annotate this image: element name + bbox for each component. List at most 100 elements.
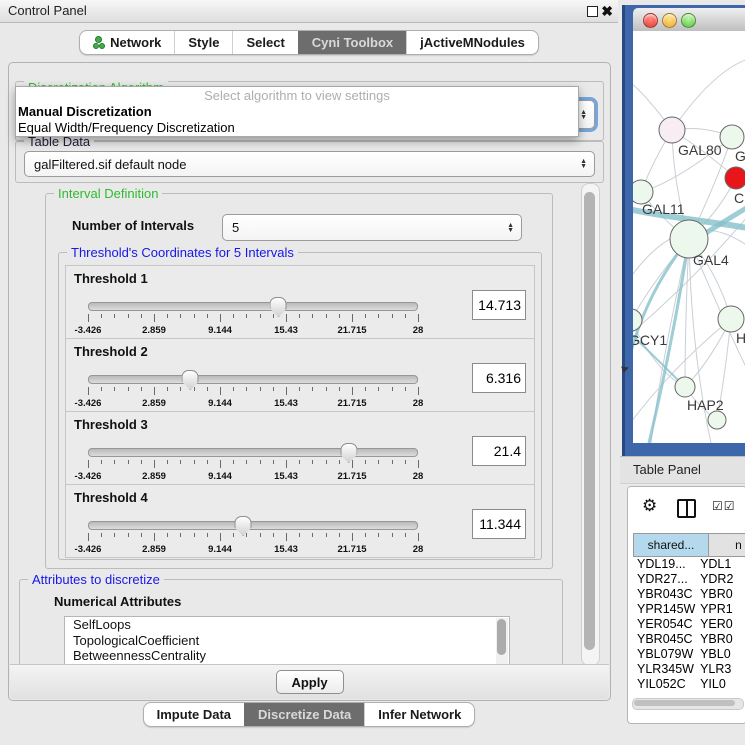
tab-discretize-data[interactable]: Discretize Data [244,703,364,726]
threshold-value-field[interactable]: 14.713 [472,290,526,320]
scrollbar-thumb[interactable] [497,619,506,655]
cell-name: YIL0 [696,677,745,692]
table-row[interactable]: YLR345WYLR3 [633,662,745,677]
scale-label: 9.144 [208,398,232,409]
network-window-titlebar[interactable] [633,8,745,32]
threshold-slider[interactable]: -3.4262.8599.14415.4321.71528 [88,517,418,555]
table-row[interactable]: YDR27...YDR2 [633,572,745,587]
algorithm-placeholder-option[interactable]: Select algorithm to view settings [16,87,578,104]
attributes-list-scrollbar[interactable] [496,618,508,665]
slider-track[interactable] [88,302,418,311]
network-node[interactable] [708,411,726,429]
table-data-combobox[interactable]: galFiltered.sif default node ▲▼ [24,151,595,177]
scale-label: 2.859 [142,325,166,336]
table-row[interactable]: YBR043CYBR0 [633,587,745,602]
network-node-hap2[interactable] [675,377,695,397]
tick-mark [207,314,208,318]
tick-mark [180,533,181,537]
column-header-name[interactable]: n [709,533,745,557]
tick-mark [233,387,234,391]
tick-mark [233,533,234,537]
network-node-gcy1[interactable] [633,309,642,331]
tick-mark [392,314,393,318]
tick-mark [180,460,181,464]
attribute-list-item[interactable]: TopologicalCoefficient [65,633,509,649]
gear-icon[interactable]: ⚙ [642,496,657,516]
network-graph: GAL80GCGAL11GAL4GCY1HHAP2 [633,31,745,443]
algorithm-option-equal-width[interactable]: Equal Width/Frequency Discretization [16,120,578,136]
threshold-value-field[interactable]: 21.4 [472,436,526,466]
tick-mark [299,533,300,537]
threshold-panel-2: Threshold 2-3.4262.8599.14415.4321.71528… [65,338,535,412]
number-of-intervals-combobox[interactable]: 5 ▲▼ [222,214,522,241]
cell-name: YBR0 [696,632,745,647]
tab-cyni-toolbox[interactable]: Cyni Toolbox [298,31,406,54]
tab-network[interactable]: Network [80,31,174,54]
settings-scrollbar[interactable] [581,183,600,666]
network-edge[interactable] [672,59,745,130]
table-row[interactable]: YIL052CYIL0 [633,677,745,692]
tick-mark [220,460,221,468]
scale-label: 9.144 [208,325,232,336]
network-node-gal80[interactable] [659,117,685,143]
numerical-attributes-list[interactable]: SelfLoopsTopologicalCoefficientBetweenne… [64,616,510,665]
threshold-slider[interactable]: -3.4262.8599.14415.4321.71528 [88,371,418,409]
attribute-list-item[interactable]: BetweennessCentrality [65,648,509,664]
algorithm-dropdown-popup: Select algorithm to view settings Manual… [15,86,579,137]
zoom-traffic-light-icon[interactable] [681,13,696,28]
thresholds-group: Threshold's Coordinates for 5 Intervals … [58,252,542,560]
minimize-traffic-light-icon[interactable] [662,13,677,28]
tick-mark [392,460,393,464]
table-horizontal-scrollbar[interactable] [632,698,744,710]
threshold-slider[interactable]: -3.4262.8599.14415.4321.71528 [88,298,418,336]
attribute-list-item[interactable]: SelfLoops [65,617,509,633]
algorithm-option-manual[interactable]: Manual Discretization [16,104,578,120]
tab-select[interactable]: Select [232,31,297,54]
network-node-h[interactable] [718,306,744,332]
apply-button[interactable]: Apply [276,670,344,694]
threshold-value-field[interactable]: 6.316 [472,363,526,393]
threshold-slider[interactable]: -3.4262.8599.14415.4321.71528 [88,444,418,482]
close-icon[interactable]: ✖ [601,1,613,21]
table-row[interactable]: YPR145WYPR1 [633,602,745,617]
slider-scale-labels: -3.4262.8599.14415.4321.71528 [88,325,418,335]
split-columns-icon[interactable] [677,499,696,518]
table-row[interactable]: YDL19...YDL1 [633,557,745,572]
table-row[interactable]: YBL079WYBL0 [633,647,745,662]
tick-mark [88,533,89,541]
network-canvas[interactable]: GAL80GCGAL11GAL4GCY1HHAP2 [633,31,745,443]
network-edge[interactable] [633,320,685,387]
table-row[interactable]: YER054CYER0 [633,617,745,632]
tick-mark [246,533,247,537]
network-node-c[interactable] [725,167,745,189]
float-window-icon[interactable] [587,6,598,17]
tick-mark [418,533,419,541]
slider-track[interactable] [88,521,418,530]
tick-mark [352,387,353,395]
cell-name: YBL0 [696,647,745,662]
scale-label: -3.426 [75,544,102,555]
tab-impute-data[interactable]: Impute Data [144,703,244,726]
tick-mark [180,314,181,318]
threshold-value-field[interactable]: 11.344 [472,509,526,539]
tab-jactivemnodules[interactable]: jActiveMNodules [406,31,538,54]
tab-infer-network[interactable]: Infer Network [364,703,474,726]
scrollbar-thumb[interactable] [634,700,735,706]
close-traffic-light-icon[interactable] [643,13,658,28]
select-columns-checkboxes-icon[interactable]: ☑☑ [712,499,736,513]
slider-track[interactable] [88,448,418,457]
scrollbar-thumb[interactable] [584,192,595,650]
tick-mark [286,460,287,468]
column-header-shared-name[interactable]: shared... [633,533,709,557]
tick-mark [312,314,313,318]
table-row[interactable]: YBR045CYBR0 [633,632,745,647]
tick-mark [207,460,208,464]
bottom-tab-bar: Impute DataDiscretize DataInfer Network [143,702,476,727]
scale-label: 21.715 [337,398,366,409]
network-node-g[interactable] [720,125,744,149]
tick-mark [154,387,155,395]
tab-style[interactable]: Style [174,31,232,54]
interval-definition-title: Interval Definition [54,186,162,201]
slider-track[interactable] [88,375,418,384]
tab-label: Cyni Toolbox [312,35,393,50]
